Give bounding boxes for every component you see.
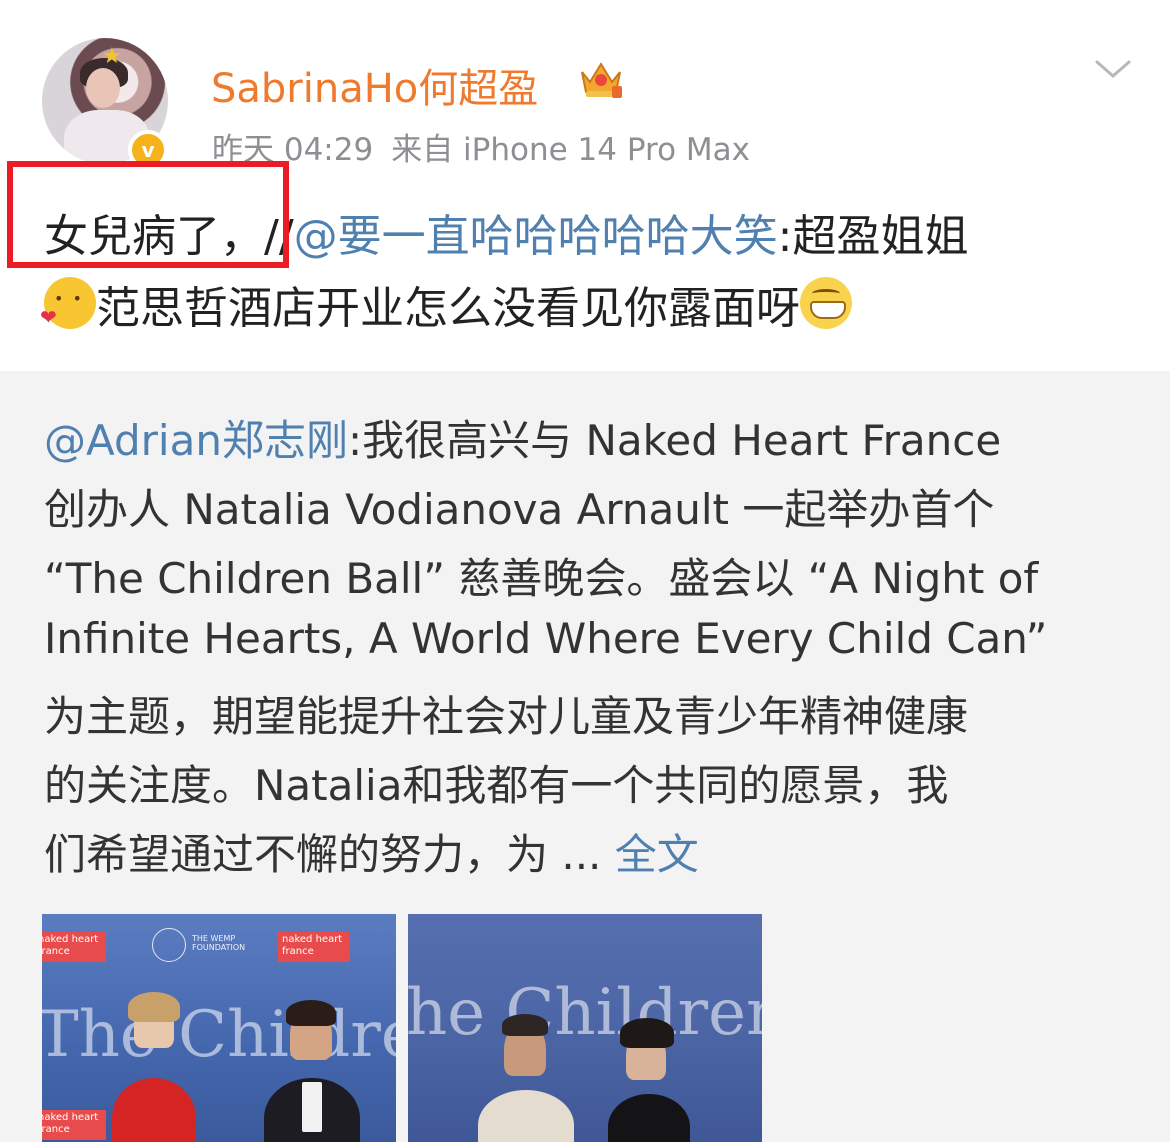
event-banner-text: he Children bbox=[408, 976, 762, 1050]
event-tag: naked heart france bbox=[42, 1110, 106, 1140]
repost-text-2: 范思哲酒店开业怎么没看见你露面呀 bbox=[96, 283, 800, 334]
highlight-annotation-box bbox=[7, 161, 289, 268]
event-tag: naked heart france bbox=[278, 932, 350, 962]
crown-badge-icon bbox=[581, 62, 622, 98]
retweet-line-1: @Adrian郑志刚:我很高兴与 Naked Heart France bbox=[44, 416, 1002, 465]
chevron-down-icon[interactable] bbox=[1094, 50, 1132, 88]
retweet-photo-1[interactable]: naked heart france naked heart france TH… bbox=[42, 914, 396, 1142]
retweet-line-3: “The Children Ball” 慈善晚会。盛会以 “A Night of bbox=[44, 554, 1039, 603]
post-meta: 昨天 04:29 来自 iPhone 14 Pro Max bbox=[212, 124, 768, 169]
event-banner-text: The Children B bbox=[42, 998, 396, 1072]
post-source: 来自 iPhone 14 Pro Max bbox=[391, 132, 750, 168]
retweet-line-2: 创办人 Natalia Vodianova Arnault 一起举办首个 bbox=[44, 485, 995, 534]
foundation-logo-icon bbox=[152, 928, 186, 962]
retweet-line-5: 为主题，期望能提升社会对儿童及青少年精神健康 bbox=[44, 692, 969, 741]
event-tag: naked heart france bbox=[42, 932, 106, 962]
repost-text: :超盈姐姐 bbox=[777, 211, 969, 262]
grin-emoji-icon bbox=[800, 277, 852, 329]
weibo-post: ★ v SabrinaHo何超盈 昨天 04:29 来自 iPhone 14 Pr… bbox=[0, 0, 1170, 1142]
retweet-author-mention[interactable]: @Adrian郑志刚 bbox=[44, 416, 348, 465]
foundation-logo-text: THE WEMP FOUNDATION bbox=[192, 934, 246, 952]
retweet-line-6: 的关注度。Natalia和我都有一个共同的愿景，我 bbox=[44, 761, 949, 810]
retweet-line-4: Infinite Hearts, A World Where Every Chi… bbox=[44, 614, 1048, 663]
post-text-line-2: 范思哲酒店开业怎么没看见你露面呀 bbox=[40, 272, 852, 336]
username[interactable]: SabrinaHo何超盈 bbox=[211, 56, 538, 114]
love-struck-emoji-icon bbox=[40, 277, 96, 329]
read-more-link[interactable]: 全文 bbox=[615, 830, 699, 879]
retweet-photo-2[interactable]: he Children bbox=[408, 914, 762, 1142]
mention-link[interactable]: @要一直哈哈哈哈哈大笑 bbox=[294, 211, 778, 262]
retweet-line-7: 们希望通过不懈的努力，为 ... 全文 bbox=[44, 830, 699, 879]
